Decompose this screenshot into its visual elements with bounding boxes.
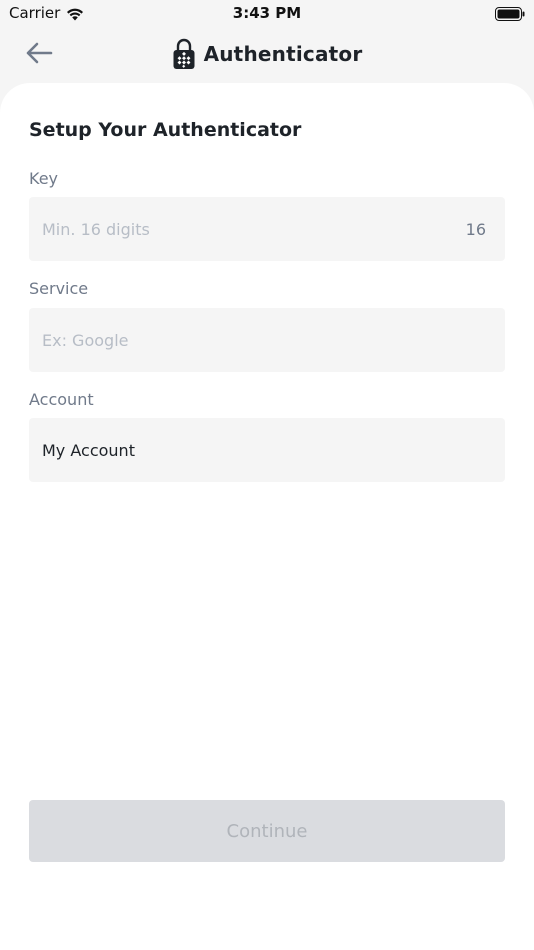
- key-input[interactable]: [42, 197, 458, 261]
- service-field[interactable]: [29, 308, 505, 372]
- authenticator-setup-screen: Carrier 3:43 PM Authenticator Setup Your…: [0, 0, 534, 950]
- account-label: Account: [29, 390, 94, 409]
- status-time: 3:43 PM: [232, 4, 302, 22]
- continue-button[interactable]: Continue: [29, 800, 505, 862]
- nav-title-group: Authenticator: [0, 38, 534, 70]
- key-length-counter: 16: [465, 219, 486, 239]
- service-input[interactable]: [42, 308, 492, 372]
- service-label: Service: [29, 279, 89, 298]
- setup-card: Setup Your Authenticator Key 16 Service …: [0, 83, 534, 950]
- nav-header: Authenticator: [0, 30, 534, 80]
- account-input[interactable]: [42, 418, 492, 482]
- battery-icon: [495, 6, 525, 21]
- page-title: Authenticator: [203, 42, 363, 66]
- lock-icon: [172, 38, 196, 70]
- key-label: Key: [29, 169, 59, 188]
- setup-title: Setup Your Authenticator: [29, 119, 302, 141]
- key-field[interactable]: 16: [29, 197, 505, 261]
- account-field[interactable]: [29, 418, 505, 482]
- status-bar: Carrier 3:43 PM: [0, 0, 534, 28]
